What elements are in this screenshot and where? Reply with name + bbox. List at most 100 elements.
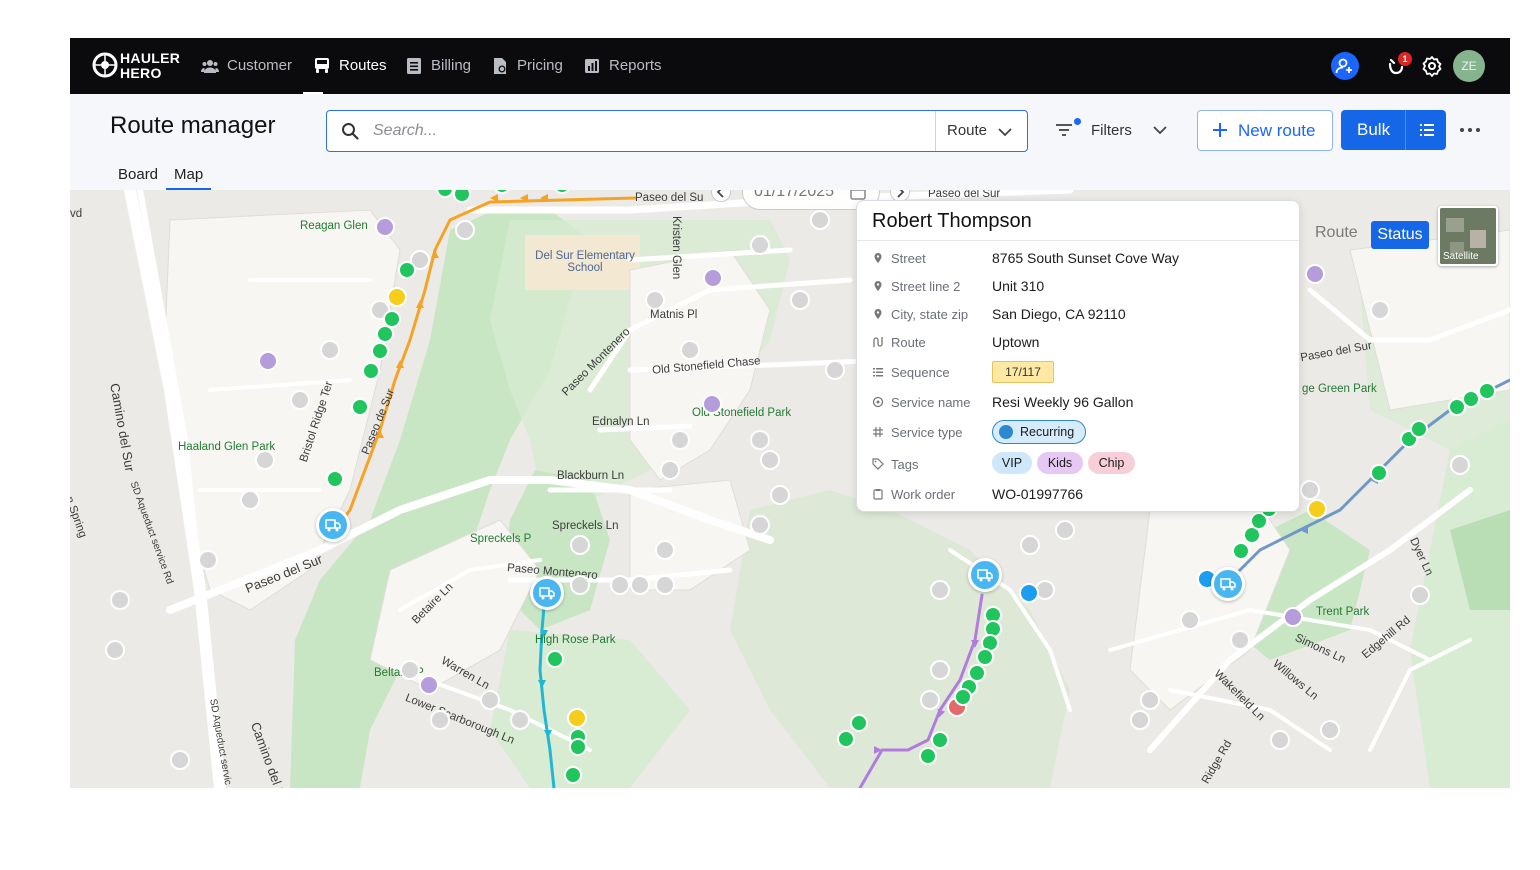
stop-pin-completed[interactable]: [1410, 420, 1428, 438]
stop-pin[interactable]: [1020, 535, 1040, 555]
bulk-button[interactable]: Bulk: [1341, 110, 1446, 150]
stop-pin[interactable]: [680, 340, 700, 360]
list-icon[interactable]: [1419, 122, 1435, 138]
more-options-icon[interactable]: [1458, 118, 1482, 142]
stop-pin[interactable]: [290, 390, 310, 410]
stop-pin[interactable]: [1410, 585, 1430, 605]
stop-pin[interactable]: [198, 550, 218, 570]
gear-icon[interactable]: [1418, 52, 1446, 80]
route-map[interactable]: Reagan Glen Del Sur Elementary School Pa…: [70, 190, 1510, 788]
stop-pin[interactable]: [1055, 520, 1075, 540]
stop-pin-completed[interactable]: [850, 714, 868, 732]
stop-pin[interactable]: [610, 575, 630, 595]
stop-pin-skipped[interactable]: [419, 675, 439, 695]
stop-pin-completed[interactable]: [919, 747, 937, 765]
stop-pin-completed[interactable]: [376, 325, 394, 343]
add-user-icon[interactable]: [1331, 52, 1359, 80]
stop-pin-skipped[interactable]: [702, 394, 722, 414]
stop-pin-skipped[interactable]: [703, 268, 723, 288]
stop-pin[interactable]: [750, 430, 770, 450]
hauler-hero-logo[interactable]: HAULER HERO: [92, 50, 180, 82]
stop-pin[interactable]: [1450, 455, 1470, 475]
tab-map[interactable]: Map: [165, 166, 212, 190]
stop-pin-skipped[interactable]: [375, 217, 395, 237]
stop-pin[interactable]: [510, 710, 530, 730]
stop-pin[interactable]: [1320, 720, 1340, 740]
toggle-route[interactable]: Route: [1315, 224, 1358, 242]
stop-pin[interactable]: [1230, 630, 1250, 650]
stop-pin[interactable]: [1270, 730, 1290, 750]
stop-pin[interactable]: [110, 590, 130, 610]
chevron-down-icon[interactable]: [997, 124, 1013, 140]
stop-pin[interactable]: [240, 490, 260, 510]
stop-pin[interactable]: [930, 660, 950, 680]
stop-pin-skipped[interactable]: [1283, 607, 1303, 627]
stop-pin-completed[interactable]: [1370, 464, 1388, 482]
stop-pin[interactable]: [1140, 690, 1160, 710]
truck-marker[interactable]: [316, 508, 350, 542]
previous-date-button[interactable]: [711, 190, 731, 202]
stop-pin[interactable]: [105, 640, 125, 660]
stop-pin[interactable]: [750, 235, 770, 255]
search-scope-select[interactable]: Route: [947, 122, 987, 139]
stop-pin-skipped[interactable]: [1305, 264, 1325, 284]
stop-pin[interactable]: [930, 580, 950, 600]
stop-pin[interactable]: [255, 450, 275, 470]
stop-pin[interactable]: [670, 430, 690, 450]
stop-pin[interactable]: [760, 450, 780, 470]
stop-pin[interactable]: [750, 515, 770, 535]
stop-pin[interactable]: [655, 575, 675, 595]
toggle-status[interactable]: Status: [1371, 221, 1429, 249]
tag-icon: [872, 458, 884, 470]
stop-pin[interactable]: [655, 540, 675, 560]
stop-pin[interactable]: [1370, 300, 1390, 320]
stop-pin-completed[interactable]: [1232, 542, 1250, 560]
stop-pin[interactable]: [170, 750, 190, 770]
stop-pin[interactable]: [920, 690, 940, 710]
stop-pin-skipped[interactable]: [258, 351, 278, 371]
stop-pin[interactable]: [1180, 610, 1200, 630]
stop-pin[interactable]: [455, 220, 475, 240]
truck-marker[interactable]: [968, 558, 1002, 592]
stop-pin-selected[interactable]: [1019, 583, 1039, 603]
stop-pin-completed[interactable]: [326, 470, 344, 488]
stop-pin-completed[interactable]: [564, 766, 582, 784]
stop-pin-completed[interactable]: [398, 261, 416, 279]
stop-pin-completed[interactable]: [837, 730, 855, 748]
stop-pin-completed[interactable]: [362, 362, 380, 380]
stop-pin[interactable]: [1300, 480, 1320, 500]
stop-pin[interactable]: [480, 690, 500, 710]
truck-marker[interactable]: [530, 576, 564, 610]
stop-pin-completed[interactable]: [371, 342, 389, 360]
stop-pin-pending[interactable]: [387, 287, 407, 307]
stop-pin-completed[interactable]: [351, 398, 369, 416]
stop-pin[interactable]: [630, 575, 650, 595]
stop-pin[interactable]: [1130, 710, 1150, 730]
stop-pin[interactable]: [810, 210, 830, 230]
stop-pin-completed[interactable]: [954, 688, 972, 706]
stop-pin[interactable]: [660, 460, 680, 480]
search-input[interactable]: [371, 119, 925, 143]
stop-pin[interactable]: [825, 360, 845, 380]
sequence-badge: 17/117: [992, 361, 1054, 383]
stop-pin[interactable]: [320, 340, 340, 360]
new-route-button[interactable]: New route: [1197, 110, 1333, 151]
truck-marker[interactable]: [1211, 567, 1245, 601]
stop-pin[interactable]: [790, 290, 810, 310]
stop-pin[interactable]: [570, 575, 590, 595]
stop-pin[interactable]: [400, 660, 420, 680]
stop-pin[interactable]: [430, 710, 450, 730]
stop-pin[interactable]: [770, 485, 790, 505]
stop-pin[interactable]: [570, 535, 590, 555]
stop-pin-completed[interactable]: [1478, 382, 1496, 400]
stop-pin-completed[interactable]: [546, 650, 564, 668]
stop-pin-pending[interactable]: [567, 708, 587, 728]
stop-pin-pending[interactable]: [1307, 499, 1327, 519]
satellite-toggle[interactable]: Satellite: [1438, 206, 1498, 266]
stop-pin-completed[interactable]: [569, 738, 587, 756]
tag-chip: Chip: [1088, 452, 1135, 474]
user-avatar[interactable]: ZE: [1453, 50, 1485, 82]
stop-pin-completed[interactable]: [931, 731, 949, 749]
stop-pin[interactable]: [645, 290, 665, 310]
tab-board[interactable]: Board: [118, 166, 158, 183]
